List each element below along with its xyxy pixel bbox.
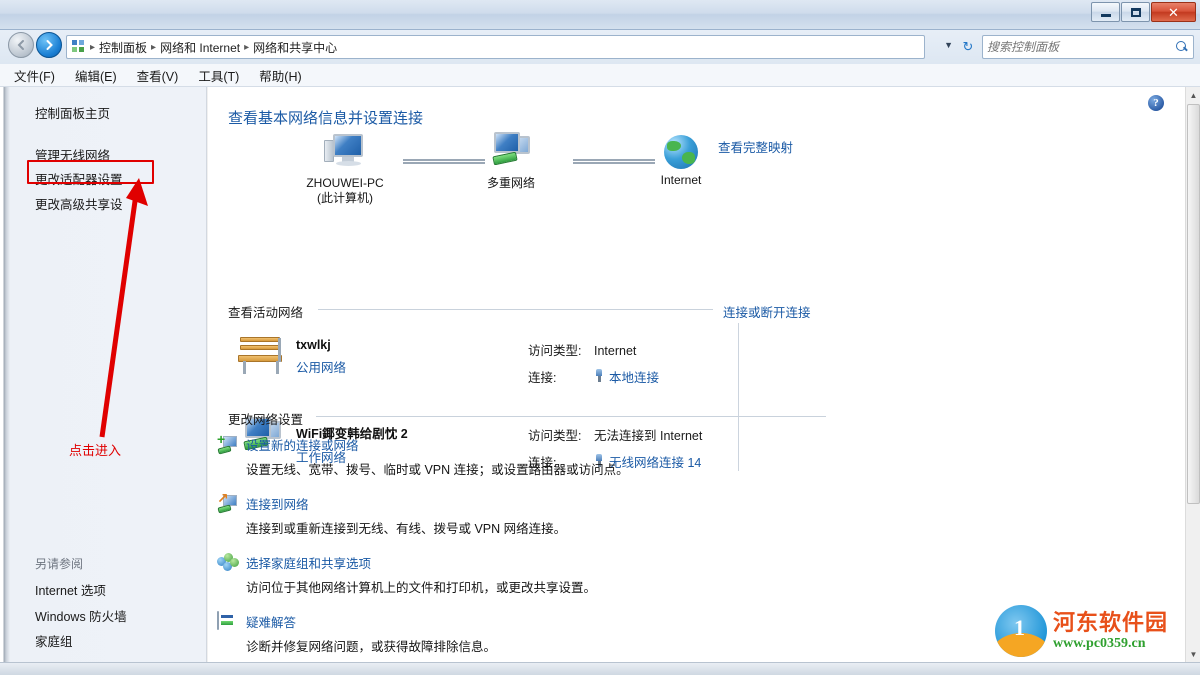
watermark-text: 河东软件园 www.pc0359.cn — [1053, 610, 1168, 652]
connection-link[interactable]: 本地连接 — [609, 367, 659, 386]
new-connection-icon: + — [217, 435, 239, 457]
change-setting-title[interactable]: 连接到网络 — [246, 494, 806, 513]
sidebar-item-internet-options[interactable]: Internet 选项 — [35, 580, 106, 599]
network-type-link[interactable]: 公用网络 — [296, 357, 346, 376]
search-box[interactable] — [982, 35, 1194, 59]
scroll-up-button[interactable]: ▲ — [1186, 87, 1200, 103]
change-setting-desc: 诊断并修复网络问题，或获得故障排除信息。 — [246, 636, 806, 655]
scrollbar-thumb[interactable] — [1187, 104, 1200, 504]
back-arrow-icon — [15, 39, 27, 51]
see-also-header: 另请参阅 — [35, 555, 83, 572]
annotation-label: 点击进入 — [69, 440, 121, 459]
breadcrumb-item-control-panel[interactable]: 控制面板 — [96, 39, 150, 56]
menu-view[interactable]: 查看(V) — [137, 66, 179, 85]
explorer-window: ✕ ▼ ▸ 控制面板 ▸ 网络和 Internet ▸ 网络和 — [0, 0, 1200, 675]
change-setting-desc: 设置无线、宽带、拨号、临时或 VPN 连接；或设置路由器或访问点。 — [246, 459, 806, 478]
address-bar: ▼ ▸ 控制面板 ▸ 网络和 Internet ▸ 网络和共享中心 ▼ ↻ — [0, 30, 1200, 64]
change-setting-title[interactable]: 选择家庭组和共享选项 — [246, 553, 806, 572]
annotation-arrow-icon — [60, 172, 150, 447]
network-details: 访问类型: Internet 连接: 本地连接 — [528, 340, 659, 394]
computer-icon — [322, 132, 368, 172]
network-name: txwlkj — [296, 338, 346, 352]
menu-file[interactable]: 文件(F) — [14, 66, 55, 85]
help-icon[interactable]: ? — [1148, 95, 1164, 111]
sidebar: 控制面板主页 管理无线网络 更改适配器设置 更改高级共享设 另请参阅 Inter… — [0, 87, 207, 662]
main-content: ? 查看基本网络信息并设置连接 ZHOUWEI-PC (此计算机) 多重网络 — [208, 87, 1185, 662]
active-networks-header: 查看活动网络 — [228, 302, 303, 321]
back-button[interactable] — [8, 32, 34, 58]
breadcrumb-separator: ▸ — [150, 42, 157, 53]
menu-tools[interactable]: 工具(T) — [198, 66, 239, 85]
window-bottom-edge — [0, 662, 1200, 675]
breadcrumb-separator: ▸ — [243, 42, 250, 53]
watermark-site-name: 河东软件园 — [1053, 610, 1168, 636]
access-type-value: Internet — [594, 344, 636, 358]
sidebar-item-control-panel-home[interactable]: 控制面板主页 — [35, 103, 110, 122]
network-map-node-computer[interactable]: ZHOUWEI-PC (此计算机) — [290, 132, 400, 206]
change-settings-rule — [316, 416, 826, 417]
change-setting-desc: 连接到或重新连接到无线、有线、拨号或 VPN 网络连接。 — [246, 518, 806, 537]
network-map-label-multiple: 多重网络 — [456, 176, 566, 191]
network-map-label-internet: Internet — [626, 173, 736, 188]
breadcrumb-item-network-internet[interactable]: 网络和 Internet — [157, 39, 243, 56]
change-setting-item-new-connection[interactable]: + 设置新的连接或网络 设置无线、宽带、拨号、临时或 VPN 连接；或设置路由器… — [246, 435, 806, 478]
maximize-button[interactable] — [1121, 2, 1150, 22]
connect-disconnect-link[interactable]: 连接或断开连接 — [723, 302, 811, 321]
minimize-button[interactable] — [1091, 2, 1120, 22]
breadcrumb-item-network-sharing-center[interactable]: 网络和共享中心 — [250, 39, 340, 56]
connect-network-icon: ↗ — [217, 494, 239, 516]
forward-arrow-icon — [43, 39, 55, 51]
refresh-button[interactable]: ↻ — [958, 38, 978, 56]
close-icon: ✕ — [1168, 6, 1179, 19]
access-type-line: 访问类型: Internet — [528, 340, 659, 359]
change-setting-title[interactable]: 疑难解答 — [246, 612, 806, 631]
connection-line: 连接: 本地连接 — [528, 367, 659, 386]
multiple-networks-icon — [487, 132, 535, 172]
menu-bar: 文件(F) 编辑(E) 查看(V) 工具(T) 帮助(H) — [0, 64, 1200, 87]
watermark-logo-digit: 1 — [1014, 615, 1025, 641]
breadcrumb-dropdown-icon[interactable]: ▼ — [944, 40, 953, 50]
network-map-label-computer: ZHOUWEI-PC — [290, 176, 400, 191]
globe-icon — [664, 135, 698, 169]
active-networks-rule — [318, 309, 713, 310]
network-map-sublabel-computer: (此计算机) — [290, 191, 400, 206]
search-input[interactable] — [987, 40, 1175, 54]
control-panel-icon — [71, 39, 87, 55]
bench-icon — [236, 334, 286, 378]
menu-edit[interactable]: 编辑(E) — [75, 66, 117, 85]
change-setting-desc: 访问位于其他网络计算机上的文件和打印机，或更改共享设置。 — [246, 577, 806, 596]
connection-label: 连接: — [528, 367, 594, 386]
maximize-icon — [1131, 8, 1141, 17]
active-network-row-1[interactable]: txwlkj 公用网络 访问类型: Internet 连接: 本地连接 — [228, 332, 828, 406]
search-icon[interactable] — [1175, 40, 1189, 54]
watermark: 1 河东软件园 www.pc0359.cn — [995, 600, 1190, 662]
change-settings-header: 更改网络设置 — [228, 409, 303, 428]
title-bar: ✕ — [0, 0, 1200, 30]
forward-button[interactable] — [36, 32, 62, 58]
menu-help[interactable]: 帮助(H) — [259, 66, 301, 85]
sidebar-item-windows-firewall[interactable]: Windows 防火墙 — [35, 606, 127, 625]
breadcrumb[interactable]: ▸ 控制面板 ▸ 网络和 Internet ▸ 网络和共享中心 — [66, 35, 925, 59]
view-full-map-link[interactable]: 查看完整映射 — [718, 137, 793, 156]
close-button[interactable]: ✕ — [1151, 2, 1196, 22]
window-controls: ✕ — [1091, 2, 1196, 22]
vertical-scrollbar[interactable]: ▲ ▼ — [1185, 87, 1200, 662]
watermark-url: www.pc0359.cn — [1053, 636, 1168, 652]
breadcrumb-separator: ▸ — [89, 42, 96, 53]
change-setting-title[interactable]: 设置新的连接或网络 — [246, 435, 806, 454]
page-title: 查看基本网络信息并设置连接 — [228, 107, 423, 128]
change-setting-item-connect-network[interactable]: ↗ 连接到网络 连接到或重新连接到无线、有线、拨号或 VPN 网络连接。 — [246, 494, 806, 537]
watermark-logo-icon: 1 — [995, 605, 1047, 657]
troubleshoot-icon — [217, 612, 239, 634]
homegroup-icon — [217, 553, 239, 575]
change-setting-item-troubleshoot[interactable]: 疑难解答 诊断并修复网络问题，或获得故障排除信息。 — [246, 612, 806, 655]
change-setting-item-homegroup[interactable]: 选择家庭组和共享选项 访问位于其他网络计算机上的文件和打印机，或更改共享设置。 — [246, 553, 806, 596]
access-type-label: 访问类型: — [528, 340, 594, 359]
minimize-icon — [1101, 14, 1111, 17]
network-plug-icon — [594, 369, 604, 382]
network-map-node-multiple[interactable]: 多重网络 — [456, 132, 566, 191]
sidebar-item-homegroup[interactable]: 家庭组 — [35, 631, 73, 650]
